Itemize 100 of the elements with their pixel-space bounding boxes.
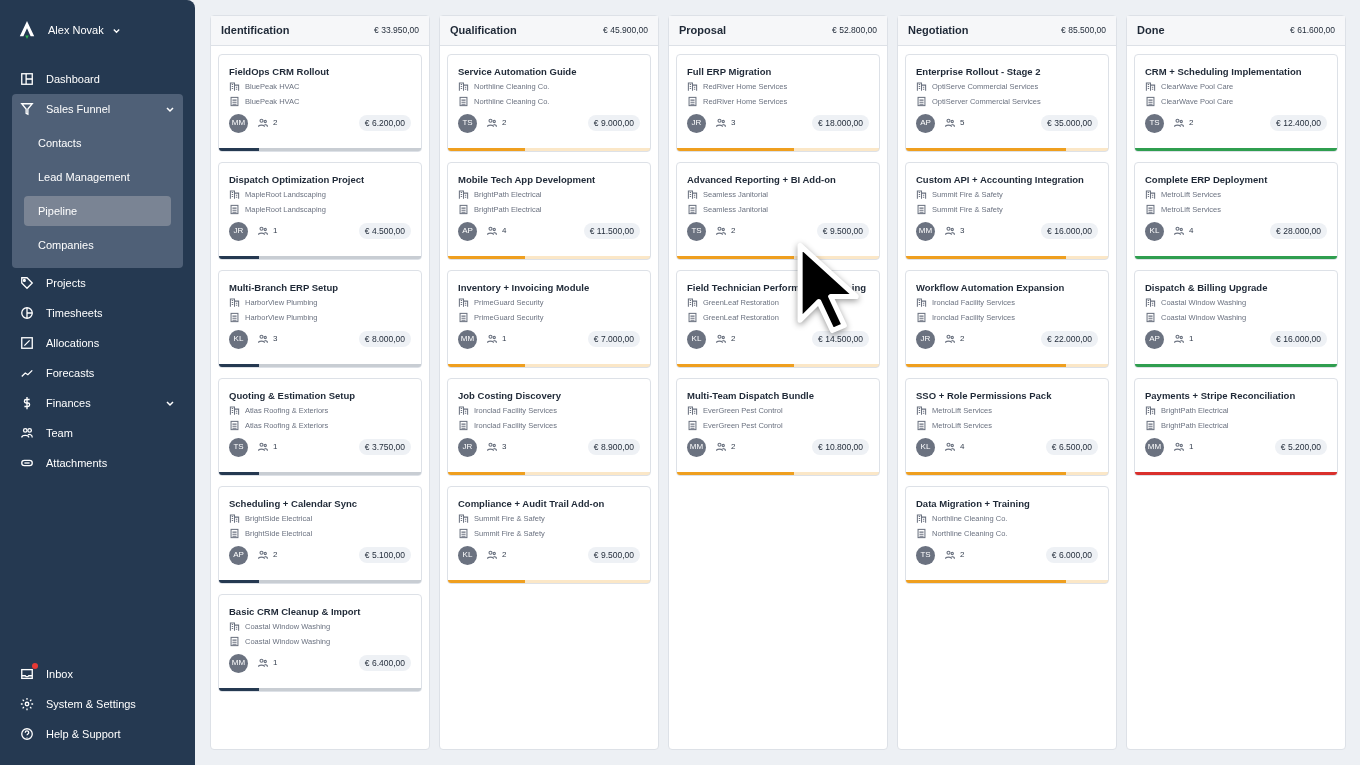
people-icon [715, 333, 727, 345]
people-count: 2 [502, 117, 507, 129]
people-icon [1173, 333, 1185, 345]
avatar: MM [458, 329, 477, 349]
people-icon [257, 441, 269, 453]
people-count: 2 [273, 549, 278, 561]
people-icon [944, 117, 956, 129]
people-icon [944, 549, 956, 561]
nav-subitem[interactable]: Contacts [24, 128, 171, 158]
nav-item[interactable]: Dashboard [12, 64, 183, 94]
deal-amount: € 5.100,00 [358, 546, 411, 564]
deal-amount: € 3.750,00 [358, 438, 411, 456]
deal-title: Service Automation Guide [458, 65, 577, 78]
people-icon [486, 441, 498, 453]
avatar: MM [229, 653, 248, 673]
deal-amount: € 35.000,00 [1041, 114, 1098, 132]
deal-title: Custom API + Accounting Integration [916, 173, 1084, 186]
nav-item[interactable]: System & Settings [12, 689, 183, 719]
avatar: MM [687, 437, 706, 457]
team-icon [20, 426, 34, 440]
building-icon [687, 81, 698, 93]
people-count: 1 [273, 225, 278, 237]
nav-subitem[interactable]: Lead Management [24, 162, 171, 192]
nav-item[interactable]: Allocations [12, 328, 183, 358]
column-title: Proposal [679, 23, 727, 39]
people-icon [715, 117, 727, 129]
people-icon [257, 549, 269, 561]
logo-icon [18, 20, 36, 40]
people-icon [944, 225, 956, 237]
document-icon [458, 312, 469, 324]
column-title: Negotiation [908, 23, 969, 39]
building-icon [1145, 189, 1156, 201]
building-icon [916, 297, 927, 309]
deal-amount: € 18.000,00 [812, 114, 869, 132]
column-title: Qualification [450, 23, 517, 39]
people-count: 1 [273, 441, 278, 453]
document-icon [1145, 204, 1156, 216]
nav-item[interactable]: Projects [12, 268, 183, 298]
deal-title: Multi-Branch ERP Setup [229, 281, 339, 294]
avatar: MM [916, 221, 935, 241]
column-total: € 45.900,00 [603, 24, 648, 37]
deal-amount: € 16.000,00 [1041, 222, 1098, 240]
document-icon [687, 204, 698, 216]
building-icon [458, 297, 469, 309]
avatar: KL [1145, 221, 1164, 241]
nav-item[interactable]: Attachments [12, 448, 183, 478]
nav-subitem[interactable]: Companies [24, 230, 171, 260]
deal-amount: € 5.200,00 [1274, 438, 1327, 456]
people-icon [257, 333, 269, 345]
building-icon [916, 405, 927, 417]
people-icon [715, 225, 727, 237]
building-icon [916, 513, 927, 525]
deal-title: Data Migration + Training [916, 497, 1030, 510]
people-count: 2 [1189, 117, 1194, 129]
deal-amount: € 16.000,00 [1270, 330, 1327, 348]
nav-item[interactable]: Forecasts [12, 358, 183, 388]
document-icon [687, 96, 698, 108]
document-icon [916, 528, 927, 540]
document-icon [1145, 96, 1156, 108]
nav-item[interactable]: Sales Funnel [12, 94, 183, 124]
document-icon [916, 204, 927, 216]
nav-subitem[interactable]: Pipeline [24, 196, 171, 226]
avatar: KL [229, 329, 248, 349]
people-count: 2 [273, 117, 278, 129]
document-icon [916, 312, 927, 324]
avatar: TS [687, 221, 706, 241]
settings-icon [20, 697, 34, 711]
people-icon [486, 549, 498, 561]
deal-title: Scheduling + Calendar Sync [229, 497, 358, 510]
deal-amount: € 22.000,00 [1041, 330, 1098, 348]
building-icon [1145, 405, 1156, 417]
deal-amount: € 9.000,00 [587, 114, 640, 132]
deal-title: Mobile Tech App Development [458, 173, 596, 186]
deal-title: Dispatch Optimization Project [229, 173, 365, 186]
nav-item[interactable]: Inbox [12, 659, 183, 689]
nav-item[interactable]: Team [12, 418, 183, 448]
people-count: 2 [731, 441, 736, 453]
building-icon [229, 513, 240, 525]
building-icon [687, 405, 698, 417]
building-icon [458, 513, 469, 525]
deal-title: Job Costing Discovery [458, 389, 561, 402]
nav-item[interactable]: Finances [12, 388, 183, 418]
nav-item[interactable]: Timesheets [12, 298, 183, 328]
avatar: KL [916, 437, 935, 457]
document-icon [916, 420, 927, 432]
user-menu[interactable]: Alex Novak [48, 21, 121, 39]
column-total: € 52.800,00 [832, 24, 877, 37]
avatar: TS [229, 437, 248, 457]
document-icon [916, 96, 927, 108]
nav-item[interactable]: Help & Support [12, 719, 183, 749]
chevron-icon [165, 104, 175, 114]
deal-title: Advanced Reporting + BI Add-on [687, 173, 836, 186]
deal-title: Dispatch & Billing Upgrade [1145, 281, 1268, 294]
avatar: TS [458, 113, 477, 133]
document-icon [229, 420, 240, 432]
people-count: 1 [1189, 441, 1194, 453]
people-icon [1173, 441, 1185, 453]
document-icon [458, 528, 469, 540]
people-count: 2 [731, 225, 736, 237]
avatar: MM [1145, 437, 1164, 457]
